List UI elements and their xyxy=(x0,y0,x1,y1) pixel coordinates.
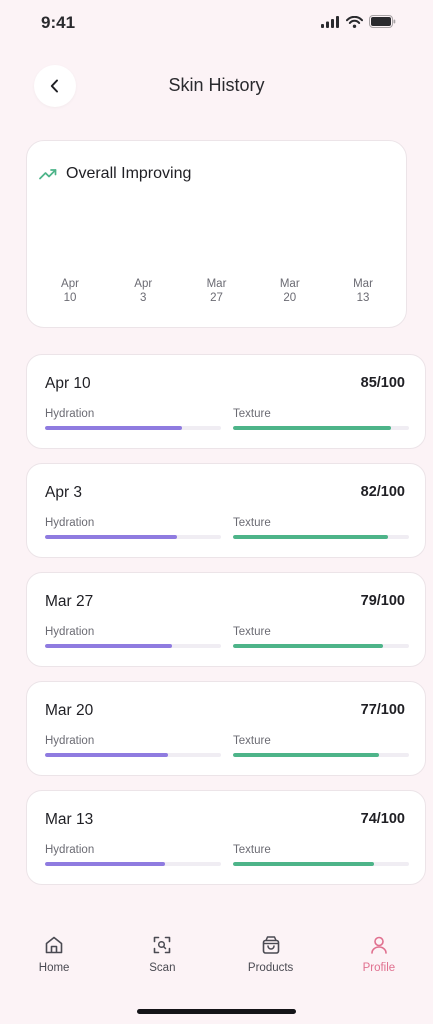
signal-icon xyxy=(321,15,339,28)
tab-products[interactable]: Products xyxy=(217,925,325,995)
texture-metric: Texture xyxy=(233,408,409,430)
texture-label: Texture xyxy=(233,844,271,856)
axis-label-day: 27 xyxy=(210,292,223,304)
hydration-metric: Hydration xyxy=(45,517,221,539)
axis-label-month: Apr xyxy=(134,278,153,290)
record-date: Apr 3 xyxy=(45,484,83,501)
texture-bar xyxy=(233,644,409,648)
texture-bar xyxy=(233,753,409,757)
tab-label: Products xyxy=(247,962,294,974)
record-date: Mar 13 xyxy=(45,811,94,828)
hydration-bar-fill xyxy=(45,753,169,757)
home-icon xyxy=(45,936,63,954)
tab-label: Profile xyxy=(362,962,396,974)
texture-label: Texture xyxy=(233,735,271,747)
hydration-bar xyxy=(45,535,221,539)
hydration-bar xyxy=(45,644,221,648)
status-time: 9:41 xyxy=(41,13,76,32)
axis-label-month: Apr xyxy=(61,278,79,290)
history-record-card[interactable]: Mar 27 79/100 Hydration Texture xyxy=(26,572,426,667)
texture-metric: Texture xyxy=(233,626,409,648)
hydration-bar xyxy=(45,753,221,757)
texture-bar xyxy=(233,426,409,430)
hydration-label: Hydration xyxy=(45,735,95,747)
texture-bar-fill xyxy=(233,426,392,430)
trend-header: Overall Improving xyxy=(39,165,191,183)
record-score: 85/100 xyxy=(360,375,405,391)
hydration-bar-fill xyxy=(45,862,165,866)
battery-icon xyxy=(369,15,396,28)
hydration-bar xyxy=(45,862,221,866)
texture-metric: Texture xyxy=(233,735,409,757)
axis-label-month: Mar xyxy=(279,278,300,290)
hydration-metric: Hydration xyxy=(45,735,221,757)
hydration-bar-fill xyxy=(45,426,183,430)
trend-axis: Apr 10 Apr 3 Mar 27 Mar 20 Mar 13 xyxy=(35,277,398,305)
axis-label-month: Mar xyxy=(206,278,227,290)
axis-label: Mar 20 xyxy=(255,277,325,305)
axis-label: Mar 13 xyxy=(328,277,398,305)
record-date: Mar 20 xyxy=(45,702,94,719)
status-icons xyxy=(321,15,396,28)
history-record-card[interactable]: Apr 3 82/100 Hydration Texture xyxy=(26,463,426,558)
page-title: Skin History xyxy=(168,75,265,95)
axis-label-day: 20 xyxy=(283,292,297,304)
texture-bar xyxy=(233,862,409,866)
home-indicator xyxy=(137,1009,296,1014)
texture-metric: Texture xyxy=(233,844,409,866)
trend-title: Overall Improving xyxy=(66,165,192,182)
axis-label: Mar 27 xyxy=(182,277,252,305)
history-record-card[interactable]: Mar 20 77/100 Hydration Texture xyxy=(26,681,426,776)
axis-label: Apr 10 xyxy=(35,277,105,305)
wifi-icon xyxy=(346,15,363,28)
hydration-bar-fill xyxy=(45,644,172,648)
hydration-label: Hydration xyxy=(45,844,95,856)
trend-card: Overall Improving Apr 10 Apr 3 Mar 27 Ma… xyxy=(26,140,407,328)
hydration-metric: Hydration xyxy=(45,626,221,648)
hydration-bar-fill xyxy=(45,535,177,539)
tab-home[interactable]: Home xyxy=(0,925,108,995)
record-score: 79/100 xyxy=(360,593,405,609)
hydration-label: Hydration xyxy=(45,408,95,420)
axis-label-month: Mar xyxy=(353,278,373,290)
hydration-label: Hydration xyxy=(45,626,95,638)
record-score: 74/100 xyxy=(360,811,405,827)
hydration-metric: Hydration xyxy=(45,408,221,430)
tab-label: Scan xyxy=(149,962,176,974)
texture-bar-fill xyxy=(233,862,374,866)
texture-label: Texture xyxy=(233,626,271,638)
tab-label: Home xyxy=(38,962,70,974)
status-bar: 9:41 xyxy=(0,0,433,46)
scan-icon xyxy=(154,936,171,954)
record-date: Apr 10 xyxy=(45,375,91,392)
texture-bar-fill xyxy=(233,535,388,539)
hydration-metric: Hydration xyxy=(45,844,221,866)
axis-label-day: 13 xyxy=(356,292,370,304)
texture-bar-fill xyxy=(233,644,383,648)
hydration-bar xyxy=(45,426,221,430)
axis-label-day: 10 xyxy=(63,292,77,304)
bag-icon xyxy=(262,936,279,954)
tab-bar: Home Scan Products Profile xyxy=(0,925,433,995)
axis-label: Apr 3 xyxy=(108,277,178,305)
trending-up-icon xyxy=(39,169,57,180)
tab-scan[interactable]: Scan xyxy=(108,925,216,995)
history-record-card[interactable]: Apr 10 85/100 Hydration Texture xyxy=(26,354,426,449)
texture-metric: Texture xyxy=(233,517,409,539)
tab-profile[interactable]: Profile xyxy=(325,925,433,995)
record-score: 77/100 xyxy=(360,702,405,718)
record-score: 82/100 xyxy=(360,484,405,500)
texture-bar-fill xyxy=(233,753,380,757)
history-record-card[interactable]: Mar 13 74/100 Hydration Texture xyxy=(26,790,426,885)
hydration-label: Hydration xyxy=(45,517,95,529)
header: Skin History xyxy=(0,60,433,112)
texture-label: Texture xyxy=(233,408,271,420)
axis-label-day: 3 xyxy=(140,292,147,304)
texture-bar xyxy=(233,535,409,539)
record-date: Mar 27 xyxy=(45,593,94,610)
texture-label: Texture xyxy=(233,517,271,529)
profile-icon xyxy=(371,936,387,954)
